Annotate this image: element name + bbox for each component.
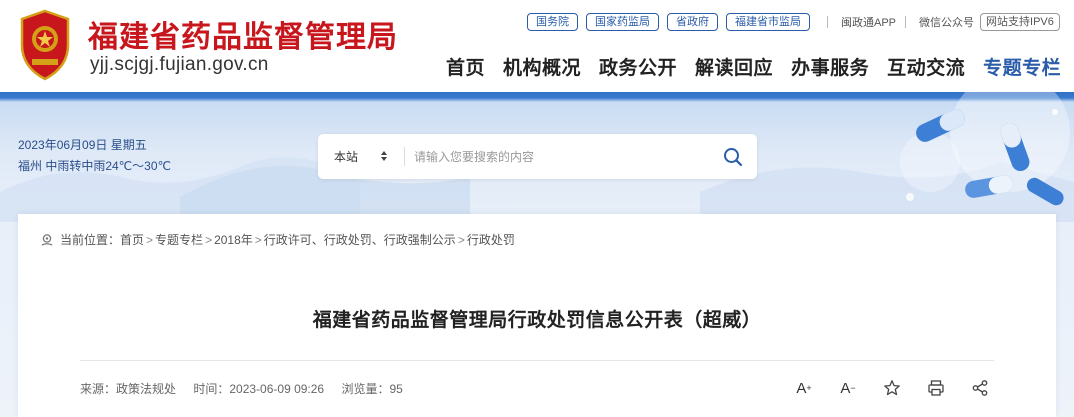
search-icon[interactable]	[722, 146, 744, 168]
ipv6-badge: 网站支持IPV6	[980, 13, 1060, 31]
breadcrumb-label: 当前位置：	[60, 233, 121, 247]
article-views: 浏览量：95	[341, 382, 403, 396]
nav-gov-affairs[interactable]: 政务公开	[599, 53, 677, 80]
star-icon	[884, 380, 900, 396]
breadcrumb-item-special-topics[interactable]: 专题专栏	[155, 231, 203, 248]
sort-arrows-icon[interactable]	[379, 146, 389, 166]
minus-icon: −	[850, 383, 856, 393]
share-icon	[972, 380, 988, 396]
search-input[interactable]	[414, 145, 704, 168]
nav-special-topics[interactable]: 专题专栏	[983, 53, 1061, 80]
breadcrumb-item-publicity[interactable]: 行政许可、行政处罚、行政强制公示	[264, 231, 456, 248]
breadcrumb-item-2018[interactable]: 2018年	[214, 231, 253, 248]
party-emblem-icon[interactable]	[16, 9, 74, 81]
weather-info: 福州 中雨转中雨24℃～30℃	[18, 159, 171, 173]
nav-home[interactable]: 首页	[446, 53, 485, 80]
nav-about[interactable]: 机构概况	[503, 53, 581, 80]
font-decrease-label: A	[840, 379, 851, 397]
article-meta: 来源：政策法规处 时间：2023-06-09 09:26 浏览量：95	[80, 380, 417, 397]
breadcrumb-separator: >	[254, 232, 262, 247]
link-state-council[interactable]: 国务院	[527, 13, 578, 31]
font-decrease-button[interactable]: A −	[836, 376, 860, 400]
font-increase-label: A	[796, 379, 807, 397]
article-tools: A + A −	[792, 376, 992, 400]
breadcrumb-separator: >	[146, 232, 154, 247]
article-card: 当前位置： 首页 > 专题专栏 > 2018年 > 行政许可、行政处罚、行政强制…	[18, 214, 1056, 417]
favorite-button[interactable]	[880, 376, 904, 400]
top-separator	[905, 16, 907, 28]
breadcrumb: 当前位置： 首页 > 专题专栏 > 2018年 > 行政许可、行政处罚、行政强制…	[40, 231, 515, 248]
breadcrumb-item-home[interactable]: 首页	[120, 231, 144, 248]
link-nmpa[interactable]: 国家药监局	[586, 13, 659, 31]
site-header: 福建省药品监督管理局 yjj.scjgj.fujian.gov.cn 国务院 国…	[0, 0, 1074, 92]
current-date: 2023年06月09日 星期五	[18, 138, 147, 152]
site-domain: yjj.scjgj.fujian.gov.cn	[90, 54, 269, 75]
share-button[interactable]	[968, 376, 992, 400]
nav-interpretation[interactable]: 解读回应	[695, 53, 773, 80]
article-title: 福建省药品监督管理局行政处罚信息公开表（超威）	[312, 310, 762, 331]
search-scope-select[interactable]: 本站	[334, 148, 358, 165]
wechat-link[interactable]: 微信公众号	[919, 14, 974, 30]
breadcrumb-separator: >	[457, 232, 465, 247]
print-button[interactable]	[924, 376, 948, 400]
font-increase-button[interactable]: A +	[792, 376, 816, 400]
article-source: 来源：政策法规处	[80, 382, 177, 396]
main-nav: 首页 机构概况 政务公开 解读回应 办事服务 互动交流 专题专栏	[446, 53, 1061, 80]
breadcrumb-item-penalty[interactable]: 行政处罚	[467, 231, 515, 248]
article-time: 时间：2023-06-09 09:26	[193, 382, 325, 396]
location-icon	[41, 233, 53, 246]
top-separator	[827, 16, 828, 28]
top-links: 国务院 国家药监局 省政府 福建省市监局 闽政通APP 微信公众号 网站支持IP…	[527, 12, 1060, 32]
breadcrumb-separator: >	[205, 232, 213, 247]
nav-services[interactable]: 办事服务	[791, 53, 869, 80]
link-market-regulation[interactable]: 福建省市监局	[726, 13, 810, 31]
link-provincial-gov[interactable]: 省政府	[667, 13, 718, 31]
search-box: 本站	[318, 134, 757, 179]
nav-interaction[interactable]: 互动交流	[887, 53, 965, 80]
app-link[interactable]: 闽政通APP	[841, 14, 896, 30]
plus-icon: +	[806, 383, 812, 393]
capsules-decoration	[900, 92, 1070, 206]
print-icon	[928, 380, 944, 396]
search-divider	[404, 147, 405, 166]
title-divider	[80, 360, 994, 361]
site-title[interactable]: 福建省药品监督管理局	[88, 12, 398, 56]
